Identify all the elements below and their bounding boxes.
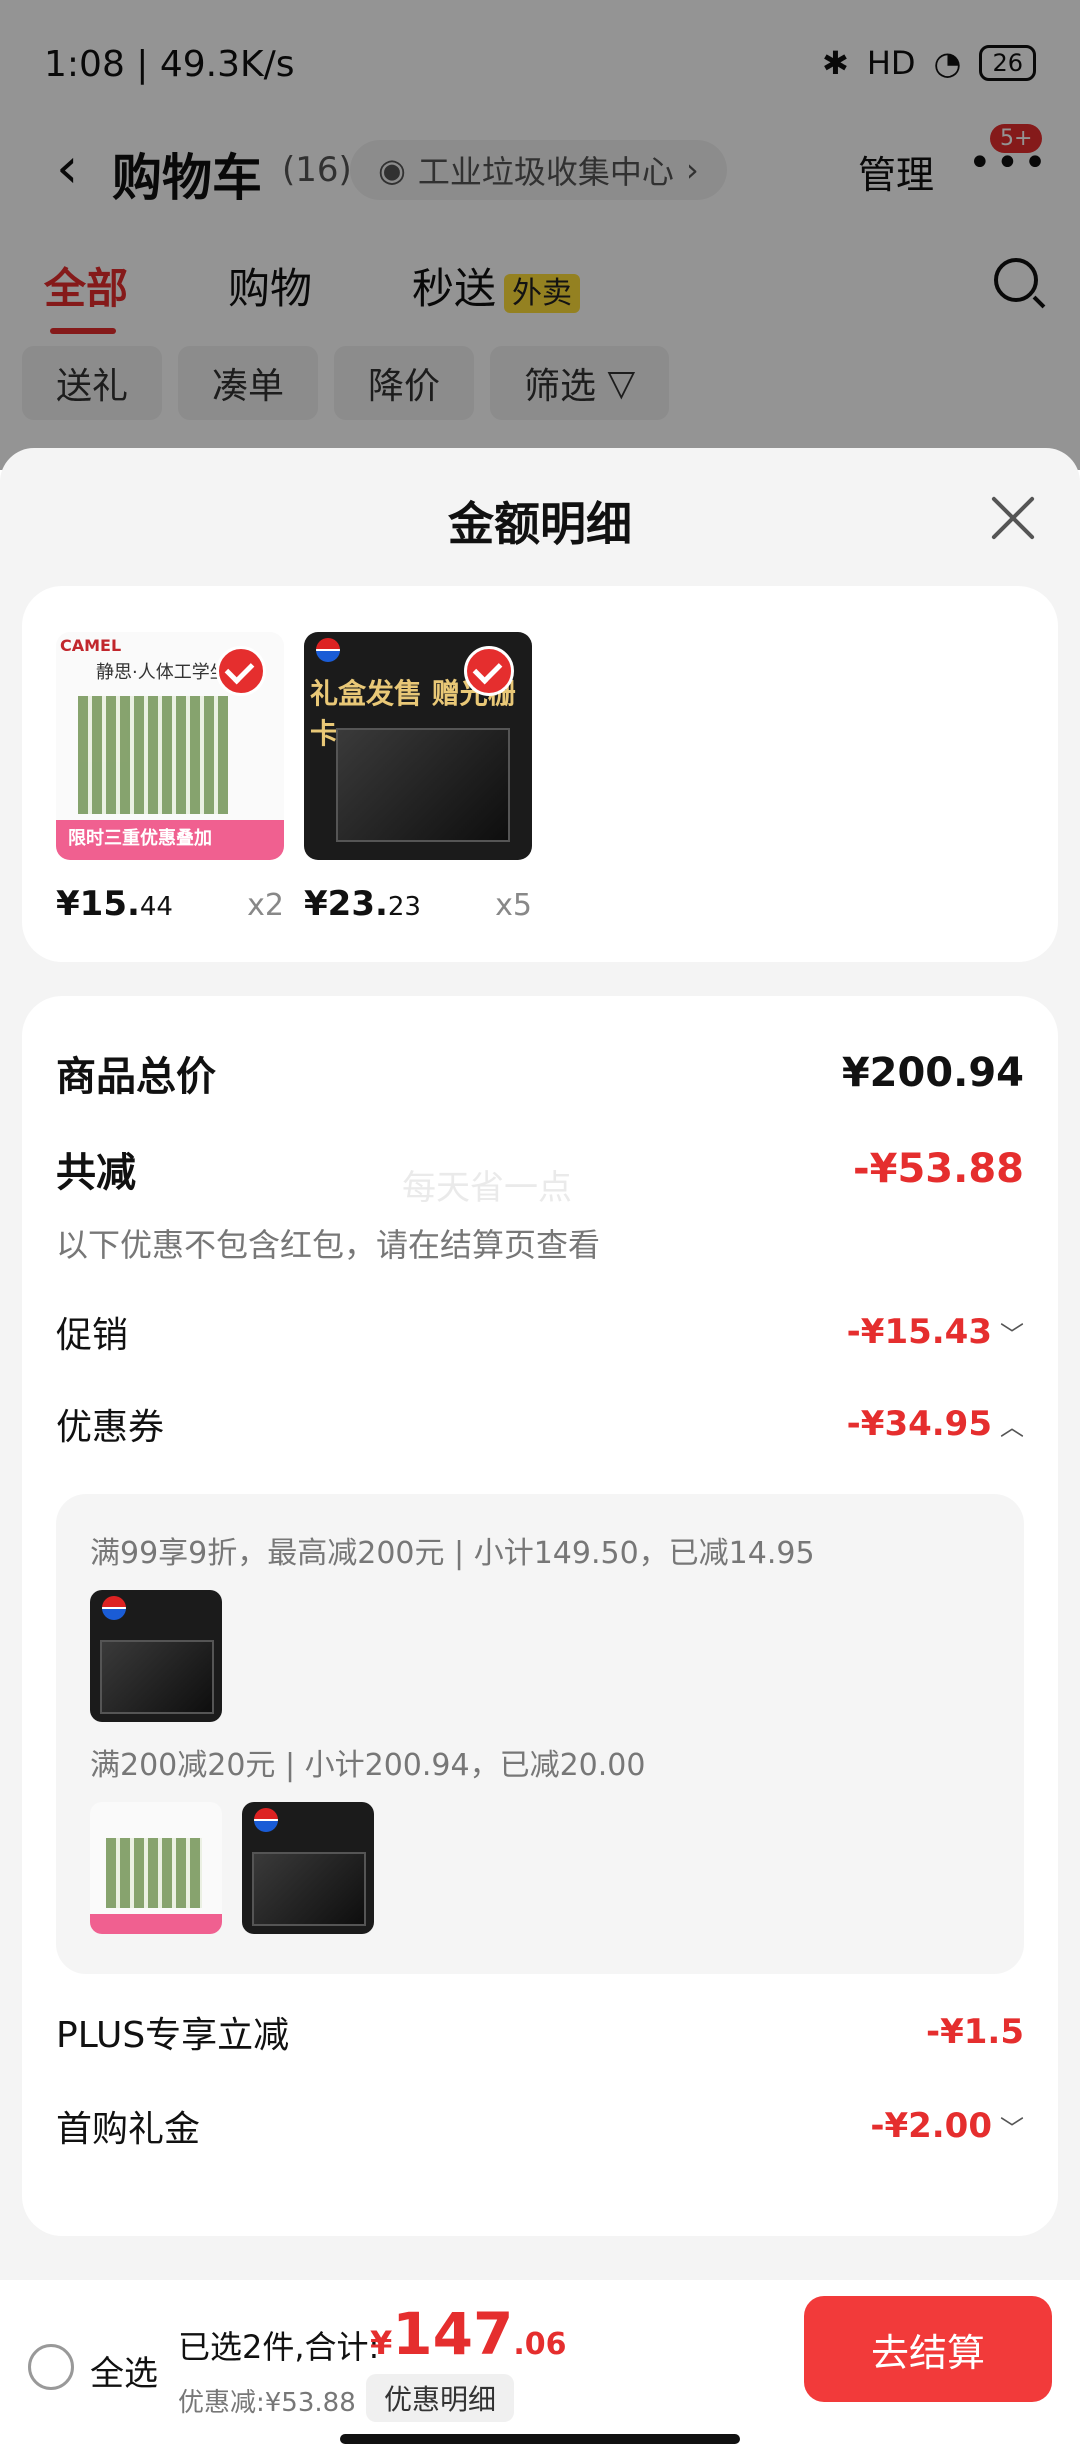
network-label: HD xyxy=(866,44,916,82)
select-all-label[interactable]: 全选 xyxy=(90,2346,158,2395)
check-icon[interactable] xyxy=(464,646,514,696)
plus-row: PLUS专享立减 -¥1.5 xyxy=(56,2006,1024,2058)
cart-tabs: 全部 购物 秒送 外卖 xyxy=(44,255,680,334)
gift-value: -¥2.00 xyxy=(870,2106,992,2146)
chevron-down-icon: ﹀ xyxy=(1000,1321,1024,1349)
product-price: ¥15.44 xyxy=(56,884,173,924)
battery-icon: 26 xyxy=(979,45,1036,81)
tab-express-label: 秒送 xyxy=(412,264,497,313)
coupon-row[interactable]: 优惠券 -¥34.95 ︿ xyxy=(56,1398,1024,1450)
sheet-title: 金额明细 xyxy=(448,497,632,551)
gift-box-picture xyxy=(336,728,510,842)
chevron-up-icon: ︿ xyxy=(1000,1413,1024,1441)
discount-detail-button[interactable]: 优惠明细 xyxy=(366,2374,515,2422)
scene-label: 工业垃圾收集中心 xyxy=(417,153,674,191)
product-image: CAMEL 静思·人体工学坐 限时三重优惠叠加 xyxy=(56,632,284,860)
home-indicator[interactable] xyxy=(340,2434,740,2444)
coupon-line: 满200减20元 | 小计200.94，已减20.00 xyxy=(90,1748,646,1783)
coupon-thumb xyxy=(90,1590,222,1722)
filter-icon: ▽ xyxy=(596,362,636,404)
mat-picture xyxy=(106,1838,202,1908)
promo-value: -¥15.43 xyxy=(846,1312,992,1352)
checkout-bar: 全选 已选2件,合计: ¥147.06 优惠减:¥53.88 优惠明细 去结算 xyxy=(0,2280,1080,2460)
coupon-detail-box: 满99享9折，最高减200元 | 小计149.50，已减14.95 满200减2… xyxy=(56,1494,1024,1974)
promo-sticker: 限时三重优惠叠加 xyxy=(56,820,284,860)
brand-logo: CAMEL xyxy=(60,636,122,655)
notification-badge: 5+ xyxy=(990,124,1043,153)
product-qty: x5 xyxy=(495,888,532,923)
filter-chips: 送礼 凑单 降价 筛选 ▽ xyxy=(22,346,670,420)
cart-count: (16) xyxy=(282,150,352,190)
plus-label: PLUS专享立减 xyxy=(56,2015,290,2056)
back-icon[interactable]: ‹ xyxy=(56,136,78,201)
check-icon[interactable] xyxy=(216,646,266,696)
coupon-label: 优惠券 xyxy=(56,1407,165,1448)
search-icon[interactable] xyxy=(994,258,1038,302)
total-label: 商品总价 xyxy=(56,1054,216,1100)
pepsi-logo xyxy=(102,1596,126,1620)
manage-button[interactable]: 管理 xyxy=(858,144,934,199)
discount-amount: 优惠减:¥53.88 xyxy=(178,2388,356,2418)
gift-box-picture xyxy=(252,1852,366,1926)
product-item[interactable]: 礼盒发售 赠光栅卡 ¥23.23 x5 xyxy=(304,632,532,924)
gift-box-picture xyxy=(100,1640,214,1714)
select-all-radio[interactable] xyxy=(28,2344,74,2390)
checkout-button[interactable]: 去结算 xyxy=(804,2296,1052,2402)
plus-value: -¥1.5 xyxy=(926,2012,1024,2052)
page-title: 购物车 xyxy=(112,149,262,207)
pepsi-logo xyxy=(316,638,340,662)
mat-picture xyxy=(78,696,228,814)
amount-detail-sheet: 金额明细 CAMEL 静思·人体工学坐 限时三重优惠叠加 ¥15.44 x2 礼… xyxy=(0,448,1080,2460)
coupon-thumb xyxy=(242,1802,374,1934)
total-row: 商品总价 ¥200.94 xyxy=(56,1044,1024,1102)
total-price: ¥147.06 xyxy=(370,2300,567,2368)
gift-label: 首购礼金 xyxy=(56,2109,201,2150)
chevron-down-icon: ﹀ xyxy=(1000,2115,1024,2143)
total-value: ¥200.94 xyxy=(841,1050,1024,1096)
promo-sticker xyxy=(90,1914,222,1934)
tab-shopping[interactable]: 购物 xyxy=(228,255,312,316)
coupon-value: -¥34.95 xyxy=(846,1404,992,1444)
product-qty: x2 xyxy=(247,888,284,923)
cart-page-background: 1:08 | 49.3K/s ✱ HD ◔ 26 ‹ 购物车 (16) ◉ 工业… xyxy=(0,0,1080,470)
scene-pill[interactable]: ◉ 工业垃圾收集中心 › xyxy=(350,140,727,200)
eye-icon: ◉ xyxy=(378,151,406,189)
chip-filter[interactable]: 筛选 ▽ xyxy=(490,346,670,420)
wifi-icon: ◔ xyxy=(933,44,962,82)
price-summary-card: 商品总价 ¥200.94 每天省一点 共减 -¥53.88 以下优惠不包含红包，… xyxy=(22,996,1058,2236)
coupon-line: 满99享9折，最高减200元 | 小计149.50，已减14.95 xyxy=(90,1536,815,1571)
gift-row[interactable]: 首购礼金 -¥2.00 ﹀ xyxy=(56,2100,1024,2152)
promo-label: 促销 xyxy=(56,1315,129,1356)
selected-info: 已选2件,合计: xyxy=(178,2328,380,2366)
pepsi-logo xyxy=(254,1808,278,1832)
reduce-label: 共减 xyxy=(56,1150,136,1196)
status-time: 1:08 | 49.3K/s xyxy=(44,44,295,85)
promo-row[interactable]: 促销 -¥15.43 ﹀ xyxy=(56,1306,1024,1358)
cart-header: ‹ 购物车 (16) ◉ 工业垃圾收集中心 › 管理 ••• 5+ xyxy=(0,124,1080,210)
chevron-right-icon: › xyxy=(685,151,699,189)
reduce-row: 共减 -¥53.88 xyxy=(56,1140,1024,1198)
chip-gift[interactable]: 送礼 xyxy=(22,346,163,420)
coupon-thumb xyxy=(90,1802,222,1934)
product-image: 礼盒发售 赠光栅卡 xyxy=(304,632,532,860)
product-item[interactable]: CAMEL 静思·人体工学坐 限时三重优惠叠加 ¥15.44 x2 xyxy=(56,632,284,924)
product-card: CAMEL 静思·人体工学坐 限时三重优惠叠加 ¥15.44 x2 礼盒发售 赠… xyxy=(22,586,1058,962)
reduce-value: -¥53.88 xyxy=(853,1146,1024,1192)
takeout-tag: 外卖 xyxy=(504,274,581,313)
tab-express[interactable]: 秒送 外卖 xyxy=(412,255,581,316)
product-image-text: 静思·人体工学坐 xyxy=(96,662,228,683)
close-icon[interactable] xyxy=(988,494,1038,544)
chip-price-drop[interactable]: 降价 xyxy=(334,346,475,420)
bluetooth-icon: ✱ xyxy=(822,44,849,82)
discount-note: 以下优惠不包含红包，请在结算页查看 xyxy=(56,1226,601,1264)
chip-bundle[interactable]: 凑单 xyxy=(178,346,319,420)
tab-all[interactable]: 全部 xyxy=(44,255,128,334)
chip-filter-label: 筛选 xyxy=(524,366,597,407)
status-icons: ✱ HD ◔ 26 xyxy=(822,44,1036,82)
product-price: ¥23.23 xyxy=(304,884,421,924)
